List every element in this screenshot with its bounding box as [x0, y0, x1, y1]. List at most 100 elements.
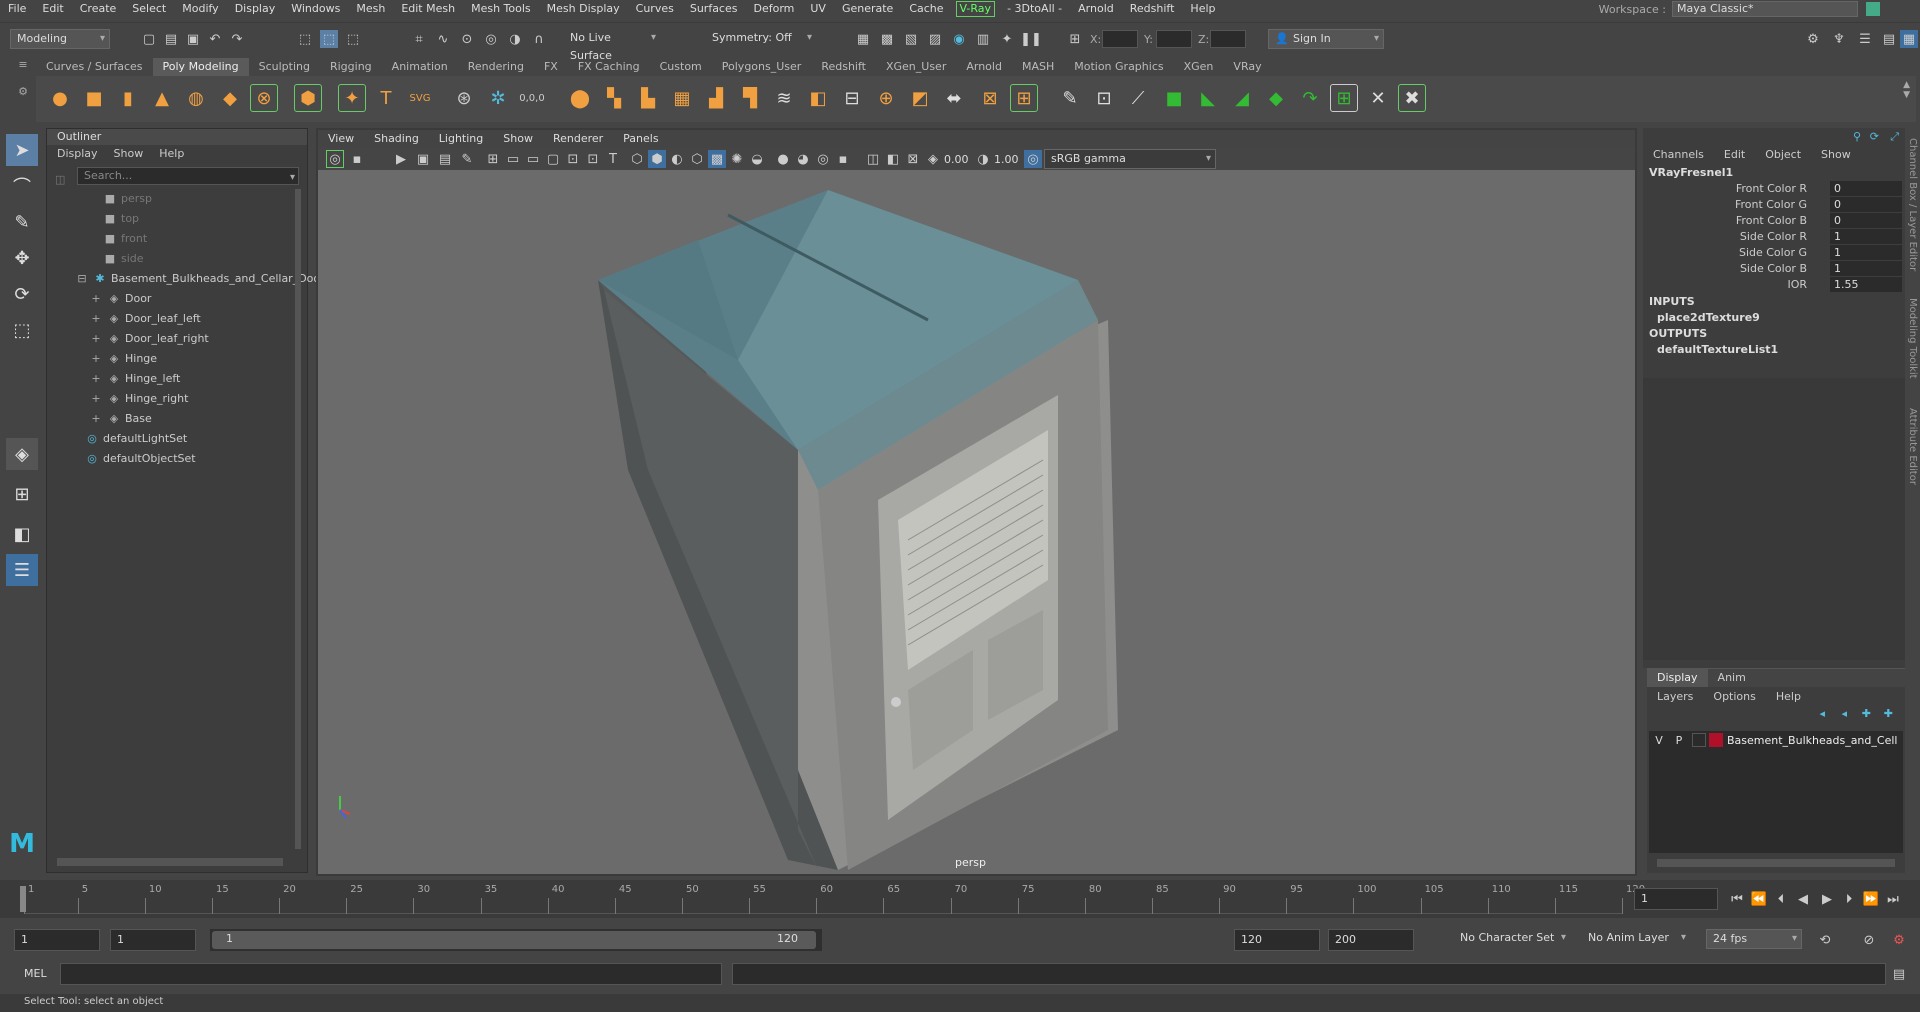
- render-frame-icon[interactable]: ▩: [878, 30, 896, 48]
- persp-outliner-layout-icon[interactable]: ◧: [6, 518, 38, 550]
- hypershade-icon[interactable]: ◉: [950, 30, 968, 48]
- attribute-value[interactable]: 1.55: [1830, 277, 1902, 292]
- sculpt-brush-icon[interactable]: ✎: [1056, 84, 1084, 112]
- exposure-value[interactable]: 0.00: [944, 153, 969, 166]
- depth-of-field-icon[interactable]: ▪: [834, 150, 852, 168]
- anti-aliasing-icon[interactable]: ◎: [814, 150, 832, 168]
- attribute-value[interactable]: 1: [1830, 229, 1902, 244]
- shelf-tab-arnold[interactable]: Arnold: [956, 58, 1012, 76]
- expand-icon[interactable]: +: [89, 369, 103, 389]
- screen-space-ao-icon[interactable]: ●: [774, 150, 792, 168]
- channel-menu-channels[interactable]: Channels: [1643, 146, 1714, 164]
- move-layer-up-icon[interactable]: ◂: [1819, 707, 1825, 720]
- collapse-icon[interactable]: ⊟: [75, 269, 89, 289]
- expand-icon[interactable]: +: [89, 329, 103, 349]
- poly-cylinder-icon[interactable]: ▮: [114, 84, 142, 112]
- sphere-mesh-icon[interactable]: ⊛: [450, 84, 478, 112]
- outliner-menu-help[interactable]: Help: [159, 145, 184, 163]
- outliner-camera-item[interactable]: ■ front: [75, 229, 307, 249]
- perspective-viewport[interactable]: View Shading Lighting Show Renderer Panels ◎ …: [316, 128, 1637, 876]
- move-layer-down-icon[interactable]: ◂: [1841, 707, 1847, 720]
- attribute-name[interactable]: Front Color B: [1736, 213, 1807, 229]
- cross-tool-icon[interactable]: ✖: [1398, 84, 1426, 112]
- snap-point-icon[interactable]: ⊙: [458, 30, 476, 48]
- shelf-tab-mash[interactable]: MASH: [1012, 58, 1064, 76]
- preferences-icon[interactable]: ⚙: [1890, 931, 1908, 949]
- poly-disc-icon[interactable]: ⊗: [250, 84, 278, 112]
- camera-select-icon[interactable]: ◎: [326, 150, 344, 168]
- select-object-icon[interactable]: ⬚: [320, 30, 338, 48]
- outliner-group-item[interactable]: ⊟ ✱ Basement_Bulkheads_and_Cellar_Doo: [75, 269, 320, 289]
- bridge-icon[interactable]: ≋: [770, 84, 798, 112]
- viewport-menu-shading[interactable]: Shading: [364, 130, 429, 148]
- layer-name[interactable]: Basement_Bulkheads_and_Cell: [1727, 734, 1897, 747]
- x-coord-field[interactable]: [1102, 30, 1138, 48]
- attribute-name[interactable]: Front Color R: [1736, 181, 1807, 197]
- shelf-scroll-icon[interactable]: ▲ ▼: [1903, 80, 1910, 100]
- wireframe-on-shaded-icon[interactable]: ⬡: [688, 150, 706, 168]
- outliner-mesh-item[interactable]: + ◈ Door_leaf_left: [75, 309, 307, 329]
- green-arrow-icon[interactable]: ↷: [1296, 84, 1324, 112]
- green-shell-icon[interactable]: ◆: [1262, 84, 1290, 112]
- move-tool-icon[interactable]: ✥: [6, 242, 38, 274]
- vray-render-icon[interactable]: ▥: [974, 30, 992, 48]
- shelf-tab-redshift[interactable]: Redshift: [811, 58, 876, 76]
- menu-edit-mesh[interactable]: Edit Mesh: [393, 0, 463, 18]
- image-plane-icon[interactable]: ▣: [414, 150, 432, 168]
- channel-box-toggle-icon[interactable]: ⚲: [1853, 130, 1861, 143]
- outliner-layout-icon[interactable]: ☰: [6, 554, 38, 586]
- combine-icon[interactable]: ⬤: [566, 84, 594, 112]
- menu-create[interactable]: Create: [72, 0, 125, 18]
- menu-generate[interactable]: Generate: [834, 0, 901, 18]
- channel-menu-show[interactable]: Show: [1811, 146, 1861, 164]
- scene-start-field[interactable]: 1: [14, 929, 100, 951]
- workspace-dropdown[interactable]: Maya Classic*: [1672, 1, 1858, 17]
- uv-editor-icon[interactable]: ⊡: [1090, 84, 1118, 112]
- new-scene-icon[interactable]: ▢: [140, 30, 158, 48]
- viewport-menu-panels[interactable]: Panels: [613, 130, 668, 148]
- boolean-icon[interactable]: ◧: [804, 84, 832, 112]
- sign-in-button[interactable]: 👤 Sign In: [1268, 29, 1384, 49]
- film-gate-icon[interactable]: ▭: [504, 150, 522, 168]
- outliner-mesh-item[interactable]: + ◈ Hinge: [75, 349, 307, 369]
- attribute-name[interactable]: Front Color G: [1735, 197, 1807, 213]
- current-frame-field[interactable]: 1: [1634, 888, 1718, 910]
- poly-sphere-icon[interactable]: ●: [46, 84, 74, 112]
- outliner-menu-show[interactable]: Show: [114, 145, 144, 163]
- color-management-icon[interactable]: ◎: [1024, 150, 1042, 168]
- channel-menu-edit[interactable]: Edit: [1714, 146, 1755, 164]
- viewport-menu-view[interactable]: View: [318, 130, 364, 148]
- modeling-toolkit-icon[interactable]: ⚙: [1804, 30, 1822, 48]
- paint-select-icon[interactable]: ✎: [6, 206, 38, 238]
- menu-mesh[interactable]: Mesh: [348, 0, 393, 18]
- new-layer-icon[interactable]: ✚: [1862, 707, 1871, 720]
- attribute-row[interactable]: Side Color G 1: [1643, 245, 1905, 261]
- expand-icon[interactable]: +: [89, 309, 103, 329]
- single-perspective-view-icon[interactable]: ◈: [6, 438, 38, 470]
- new-layer-selected-icon[interactable]: ✚: [1884, 707, 1893, 720]
- outliner-camera-item[interactable]: ■ side: [75, 249, 307, 269]
- shelf-tab-xgen[interactable]: XGen: [1174, 58, 1224, 76]
- z-coord-field[interactable]: [1210, 30, 1246, 48]
- attribute-value[interactable]: 0: [1830, 197, 1902, 212]
- shelf-tab-fx[interactable]: FX: [534, 58, 568, 76]
- shelf-tab-rendering[interactable]: Rendering: [458, 58, 534, 76]
- menu-cache[interactable]: Cache: [901, 0, 951, 18]
- transform-icon[interactable]: ⊞: [1066, 30, 1084, 48]
- layer-hscrollbar[interactable]: [1657, 859, 1895, 867]
- xray-joints-icon[interactable]: ⊠: [904, 150, 922, 168]
- pin-icon[interactable]: ⤢: [1890, 130, 1899, 144]
- select-tool-icon[interactable]: ➤: [6, 134, 38, 166]
- tool-settings-icon[interactable]: ▤: [1880, 30, 1898, 48]
- side-tab-channel-box[interactable]: Channel Box / Layer Editor: [1907, 138, 1918, 271]
- search-options-icon[interactable]: ▾: [290, 172, 295, 183]
- script-editor-icon[interactable]: ▤: [1890, 965, 1908, 983]
- attribute-editor-icon[interactable]: ☰: [1856, 30, 1874, 48]
- menu-display[interactable]: Display: [227, 0, 284, 18]
- channel-menu-object[interactable]: Object: [1755, 146, 1811, 164]
- grease-pencil-icon[interactable]: ✎: [458, 150, 476, 168]
- scene-end-field[interactable]: 200: [1328, 929, 1414, 951]
- playback-end-field[interactable]: 120: [1234, 929, 1320, 951]
- select-hierarchy-icon[interactable]: ⬚: [296, 30, 314, 48]
- step-forward-frame-icon[interactable]: ⏵: [1840, 890, 1858, 908]
